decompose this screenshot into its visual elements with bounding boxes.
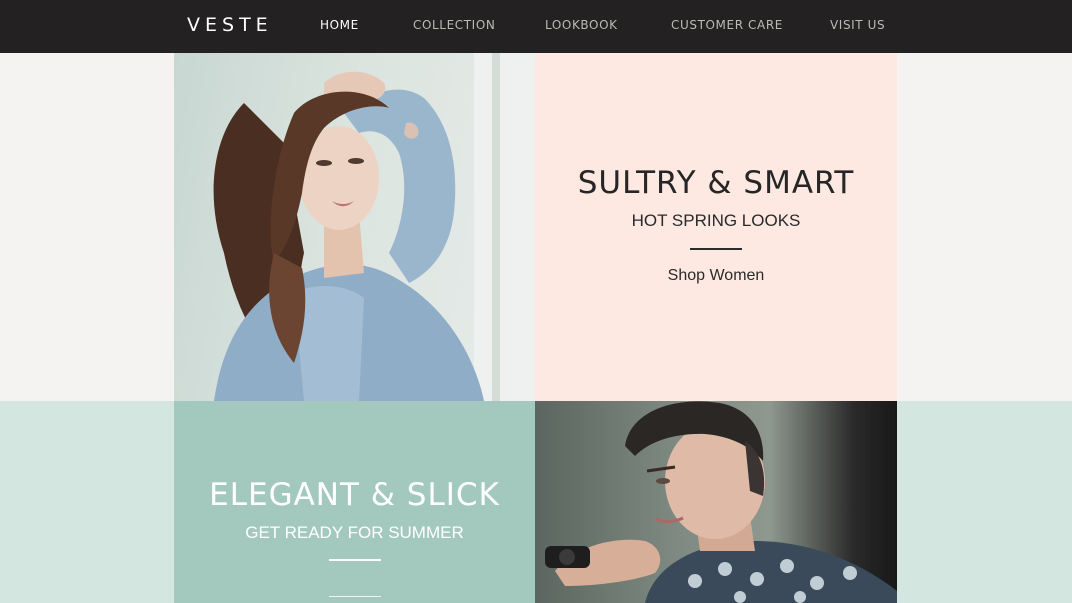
brand-logo[interactable]: VESTE [187,14,273,36]
top-navigation-bar: VESTE HOME COLLECTION LOOKBOOK CUSTOMER … [0,0,1072,53]
nav-item-home[interactable]: HOME [320,18,359,32]
promo-women-divider [690,248,742,250]
nav-item-customer-care[interactable]: CUSTOMER CARE [671,18,783,32]
promo-men-link-underline [329,596,381,597]
woman-fashion-photo [174,53,535,401]
man-illustration [545,401,897,603]
promo-men-subtitle: GET READY FOR SUMMER [245,523,464,542]
promo-women-title: SULTRY & SMART [577,165,855,201]
promo-women-subtitle: HOT SPRING LOOKS [631,211,801,230]
promo-men-title: ELEGANT & SLICK [209,477,500,513]
promo-panel-women: SULTRY & SMART HOT SPRING LOOKS Shop Wom… [535,53,897,401]
woman-illustration [213,53,535,401]
nav-item-collection[interactable]: COLLECTION [413,18,495,32]
nav-item-lookbook[interactable]: LOOKBOOK [545,18,618,32]
nav-item-visit-us[interactable]: VISIT US [830,18,885,32]
shop-women-link[interactable]: Shop Women [535,267,897,285]
promo-men-divider [329,559,381,561]
promo-panel-men: ELEGANT & SLICK GET READY FOR SUMMER [174,401,535,603]
man-fashion-photo [535,401,897,603]
